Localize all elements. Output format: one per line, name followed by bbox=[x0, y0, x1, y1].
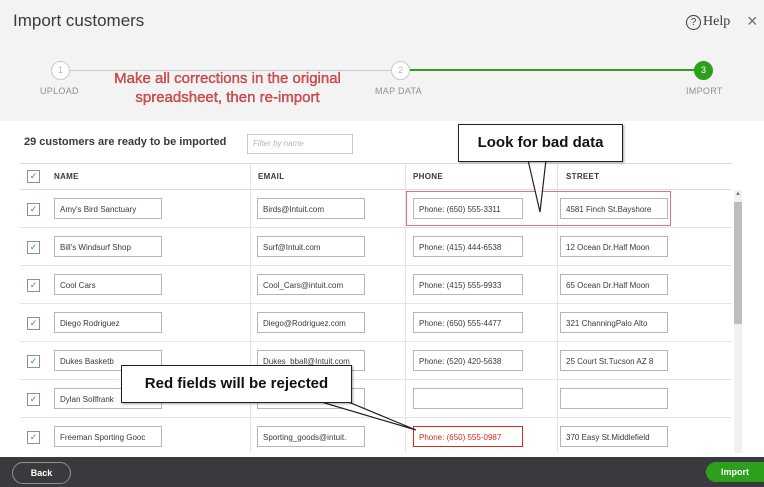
dialog-footer: Back Import bbox=[0, 457, 764, 487]
rejected-pointer bbox=[317, 400, 417, 431]
rejected-fields-callout: Red fields will be rejected bbox=[121, 365, 352, 403]
bad-data-pointer bbox=[527, 159, 547, 213]
callout-arrows bbox=[317, 159, 547, 431]
back-button[interactable]: Back bbox=[12, 462, 71, 484]
bad-data-callout: Look for bad data bbox=[458, 124, 623, 162]
import-button[interactable]: Import bbox=[706, 462, 764, 482]
